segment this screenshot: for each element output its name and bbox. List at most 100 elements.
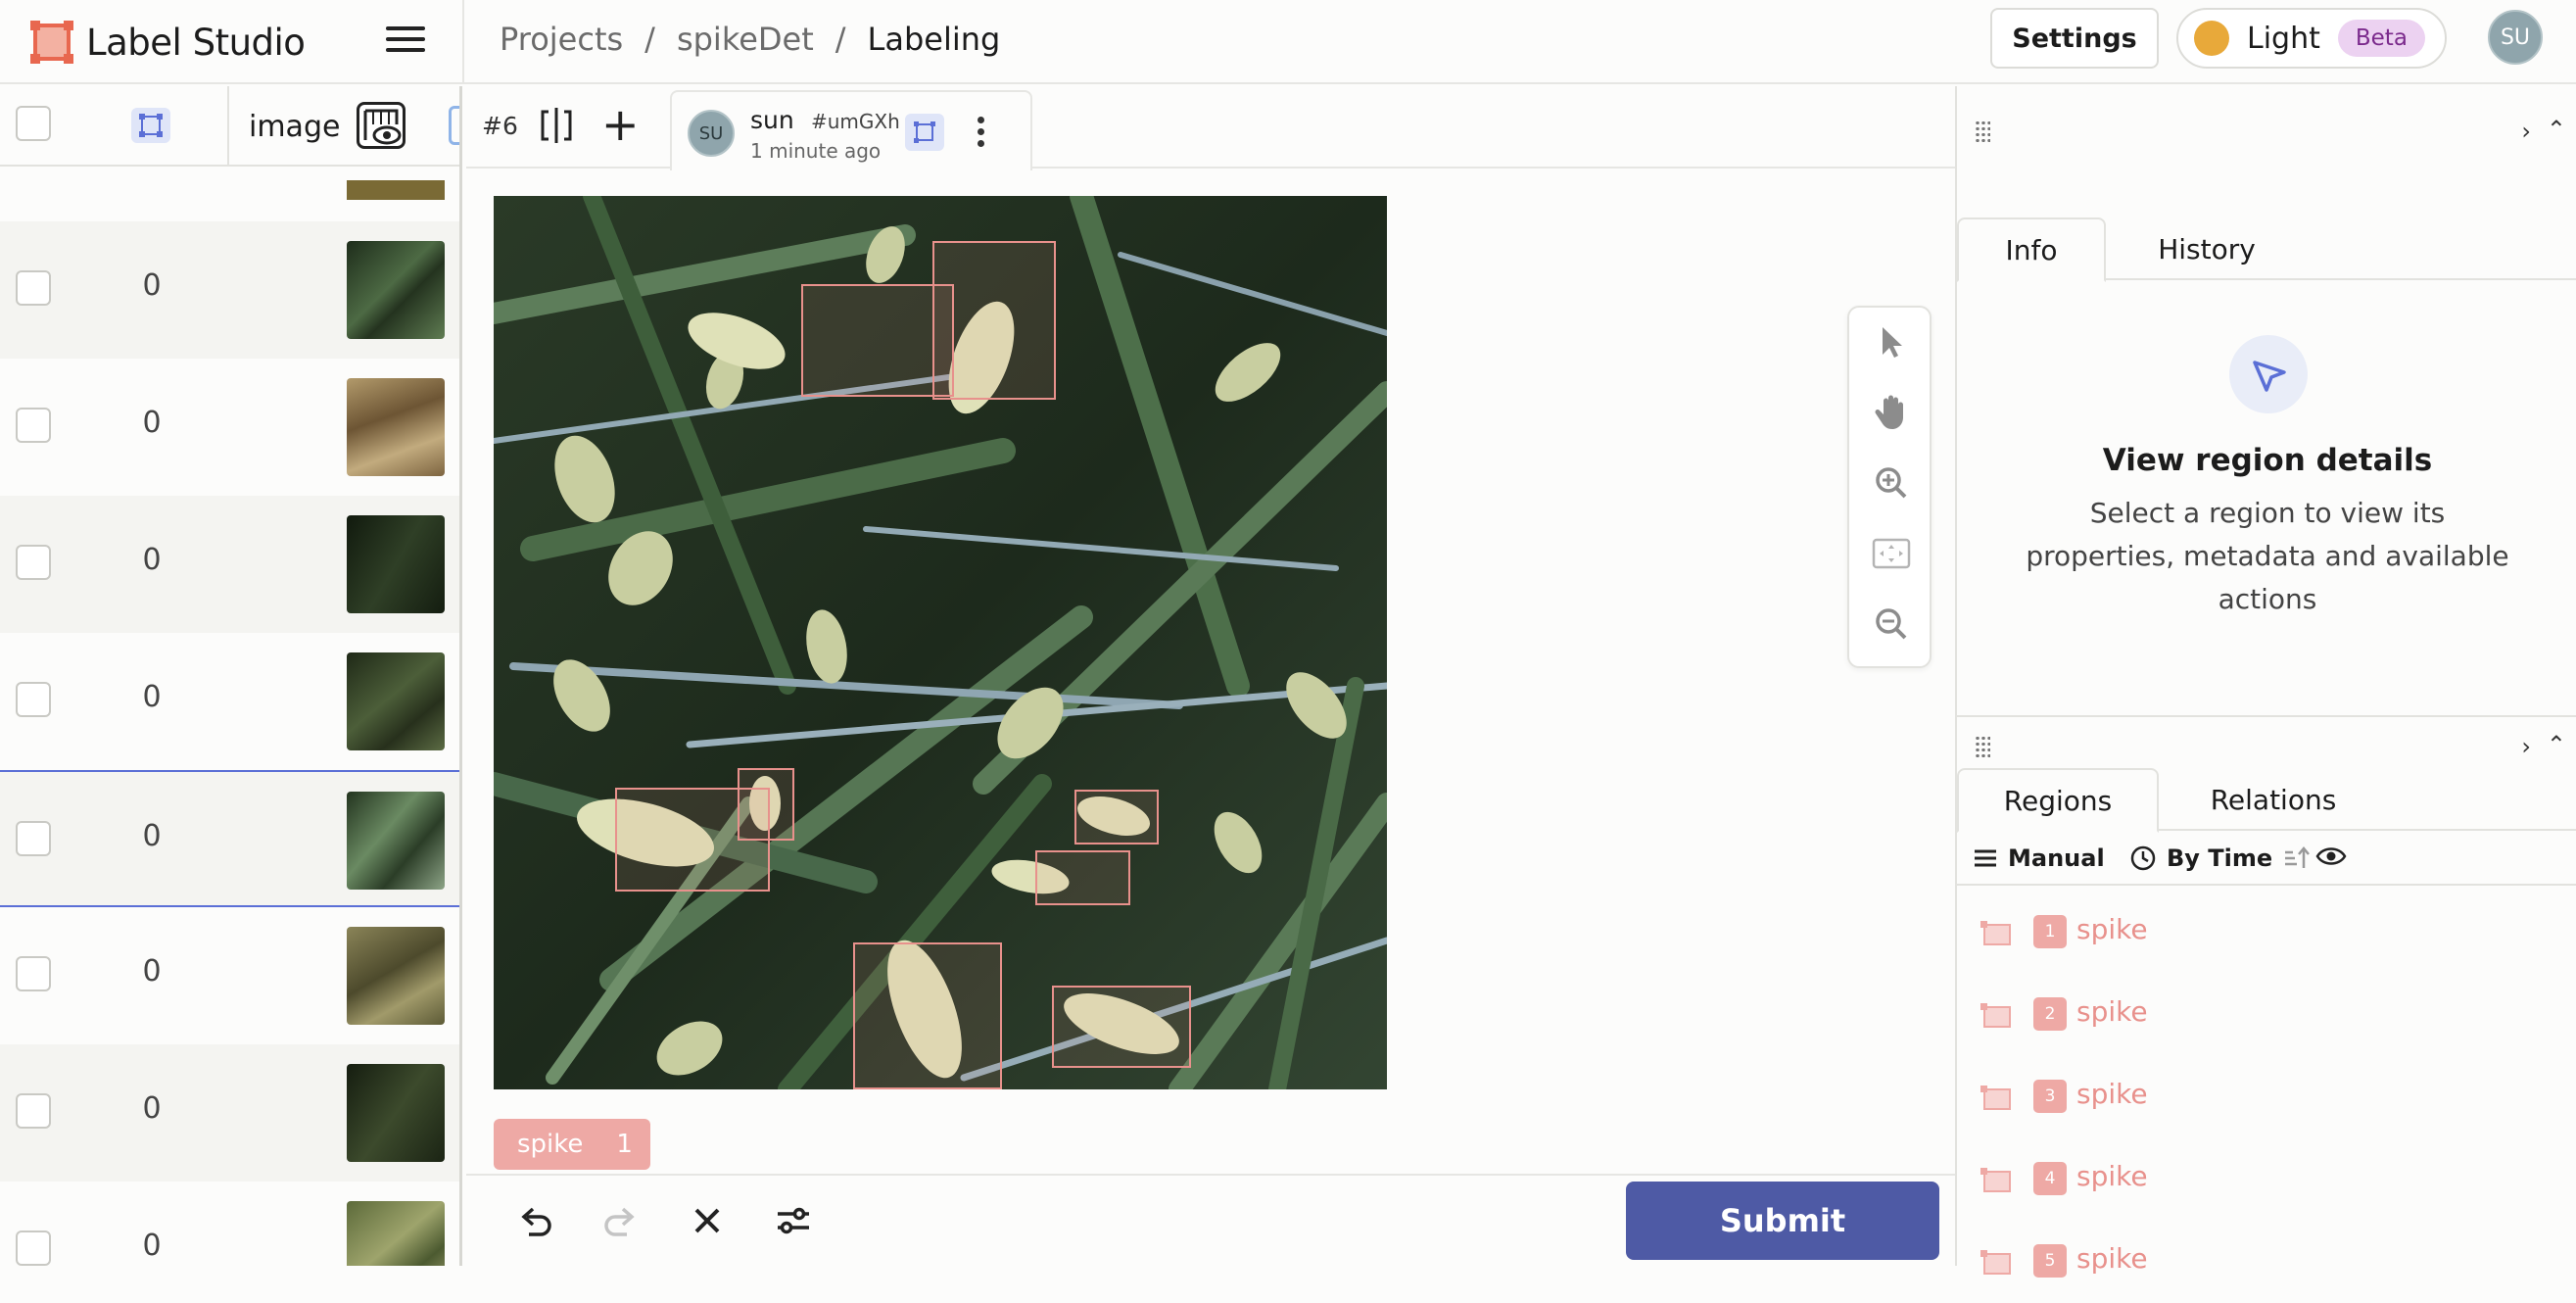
split-view-icon[interactable]	[539, 106, 574, 145]
table-row[interactable]: 0	[0, 633, 459, 770]
sort-label: By Time	[2167, 845, 2273, 872]
region-item[interactable]: 3 spike	[1957, 1056, 2576, 1138]
select-all-checkbox[interactable]	[16, 106, 51, 141]
sort-order-icon[interactable]	[2282, 845, 2311, 872]
region-number: 3	[2033, 1080, 2067, 1113]
label-spike-chip[interactable]: spike 1	[494, 1119, 650, 1170]
task-list: image 0 0 0 0 0 0 0 0	[0, 86, 462, 1266]
task-image[interactable]	[494, 196, 1387, 1089]
table-row[interactable]: 0	[0, 359, 459, 496]
breadcrumb-projects[interactable]: Projects	[500, 21, 623, 58]
settings-button[interactable]: Settings	[1990, 8, 2159, 69]
row-checkbox[interactable]	[16, 821, 51, 856]
task-list-header: image	[0, 86, 459, 167]
table-row[interactable]: 0	[0, 496, 459, 633]
table-row-selected[interactable]: 0	[0, 770, 459, 907]
table-row[interactable]: 0	[0, 1044, 459, 1182]
menu-icon[interactable]	[382, 20, 429, 63]
rectangle-region-icon	[1979, 1248, 2014, 1278]
bounding-box[interactable]	[738, 768, 794, 841]
breadcrumb: Projects / spikeDet / Labeling	[500, 18, 1000, 61]
tab-info[interactable]: Info	[1957, 217, 2106, 282]
theme-toggle[interactable]: Light Beta	[2176, 8, 2447, 69]
annotator-name: sun	[750, 106, 794, 134]
annotation-count: 0	[142, 268, 162, 303]
app-logo[interactable]: Label Studio	[29, 16, 306, 69]
region-label: spike	[2076, 1078, 2148, 1110]
cursor-icon	[2229, 335, 2308, 413]
sun-icon	[2194, 21, 2229, 56]
table-row[interactable]: 0	[0, 221, 459, 359]
clock-icon	[2130, 845, 2156, 871]
more-options-icon[interactable]	[976, 114, 985, 149]
annotation-tab[interactable]: SU sun #umGXh 1 minute ago	[670, 90, 1032, 170]
bounding-box[interactable]	[1074, 790, 1159, 845]
annotation-count: 0	[142, 1229, 162, 1263]
bounding-box[interactable]	[853, 942, 1002, 1089]
undo-icon[interactable]	[513, 1199, 556, 1242]
region-item[interactable]: 4 spike	[1957, 1138, 2576, 1221]
preview-eye-icon[interactable]	[357, 102, 405, 149]
bounding-box[interactable]	[1052, 986, 1191, 1068]
add-annotation-icon[interactable]: +	[601, 102, 640, 147]
drag-handle-icon[interactable]	[1975, 121, 1990, 143]
info-description: Select a region to view its properties, …	[2026, 497, 2509, 615]
zoom-in-icon[interactable]	[1871, 462, 1912, 504]
submit-button[interactable]: Submit	[1626, 1182, 1939, 1260]
row-checkbox[interactable]	[16, 1093, 51, 1129]
bounding-box[interactable]	[1035, 850, 1130, 905]
select-tool-icon[interactable]	[1871, 321, 1912, 362]
breadcrumb-project[interactable]: spikeDet	[677, 21, 814, 58]
table-row[interactable]: 0	[0, 907, 459, 1044]
drag-handle-icon[interactable]	[1975, 737, 1990, 758]
row-checkbox[interactable]	[16, 1231, 51, 1266]
grouping-manual[interactable]: Manual	[1973, 845, 2105, 872]
region-item[interactable]: 2 spike	[1957, 974, 2576, 1056]
chevron-right-icon[interactable]: ›	[2521, 118, 2531, 145]
regions-panel-header[interactable]: › ⌃	[1957, 721, 2576, 772]
sort-by-time[interactable]: By Time	[2129, 845, 2311, 872]
tab-history[interactable]: History	[2114, 217, 2300, 280]
thumbnail	[347, 515, 445, 613]
thumbnail	[347, 180, 445, 200]
bounding-box[interactable]	[932, 241, 1056, 400]
row-checkbox[interactable]	[16, 682, 51, 717]
visibility-eye-icon[interactable]	[2315, 845, 2347, 868]
thumbnail	[347, 378, 445, 476]
thumbnail	[347, 927, 445, 1025]
annotation-count: 0	[142, 819, 162, 853]
chevron-right-icon[interactable]: ›	[2521, 733, 2531, 760]
redo-icon[interactable]	[599, 1199, 643, 1242]
region-item[interactable]: 1 spike	[1957, 892, 2576, 974]
settings-sliders-icon[interactable]	[772, 1199, 815, 1242]
region-item[interactable]: 5 spike	[1957, 1221, 2576, 1303]
user-avatar[interactable]: SU	[2488, 10, 2543, 65]
info-panel-header[interactable]: › ⌃	[1957, 106, 2576, 157]
row-checkbox[interactable]	[16, 270, 51, 306]
annotation-hash: #umGXh	[811, 110, 900, 133]
row-checkbox[interactable]	[16, 545, 51, 580]
label-name: spike	[517, 1130, 584, 1159]
column-header-image[interactable]: image	[249, 110, 340, 144]
annotation-count: 0	[142, 543, 162, 577]
breadcrumb-separator: /	[835, 21, 846, 58]
label-hotkey: 1	[616, 1130, 633, 1159]
bounding-box[interactable]	[801, 284, 954, 397]
table-row[interactable]: 0	[0, 1182, 459, 1266]
tab-regions[interactable]: Regions	[1957, 768, 2159, 833]
beta-badge: Beta	[2337, 20, 2425, 57]
pan-tool-icon[interactable]	[1871, 392, 1912, 433]
collapse-icon[interactable]: ⌃	[2547, 116, 2566, 143]
selection-indicator	[449, 106, 459, 145]
zoom-out-icon[interactable]	[1871, 603, 1912, 645]
zoom-to-fit-icon[interactable]	[1871, 533, 1912, 574]
tab-relations[interactable]: Relations	[2167, 768, 2380, 831]
row-checkbox[interactable]	[16, 408, 51, 443]
reset-close-icon[interactable]	[686, 1199, 729, 1242]
top-bar: Label Studio Projects / spikeDet / Label…	[0, 0, 2576, 84]
canvas-toolbar	[1847, 306, 1932, 668]
bbox-annotation-icon	[905, 114, 944, 151]
row-checkbox[interactable]	[16, 956, 51, 991]
region-number: 2	[2033, 997, 2067, 1031]
collapse-icon[interactable]: ⌃	[2547, 731, 2566, 758]
